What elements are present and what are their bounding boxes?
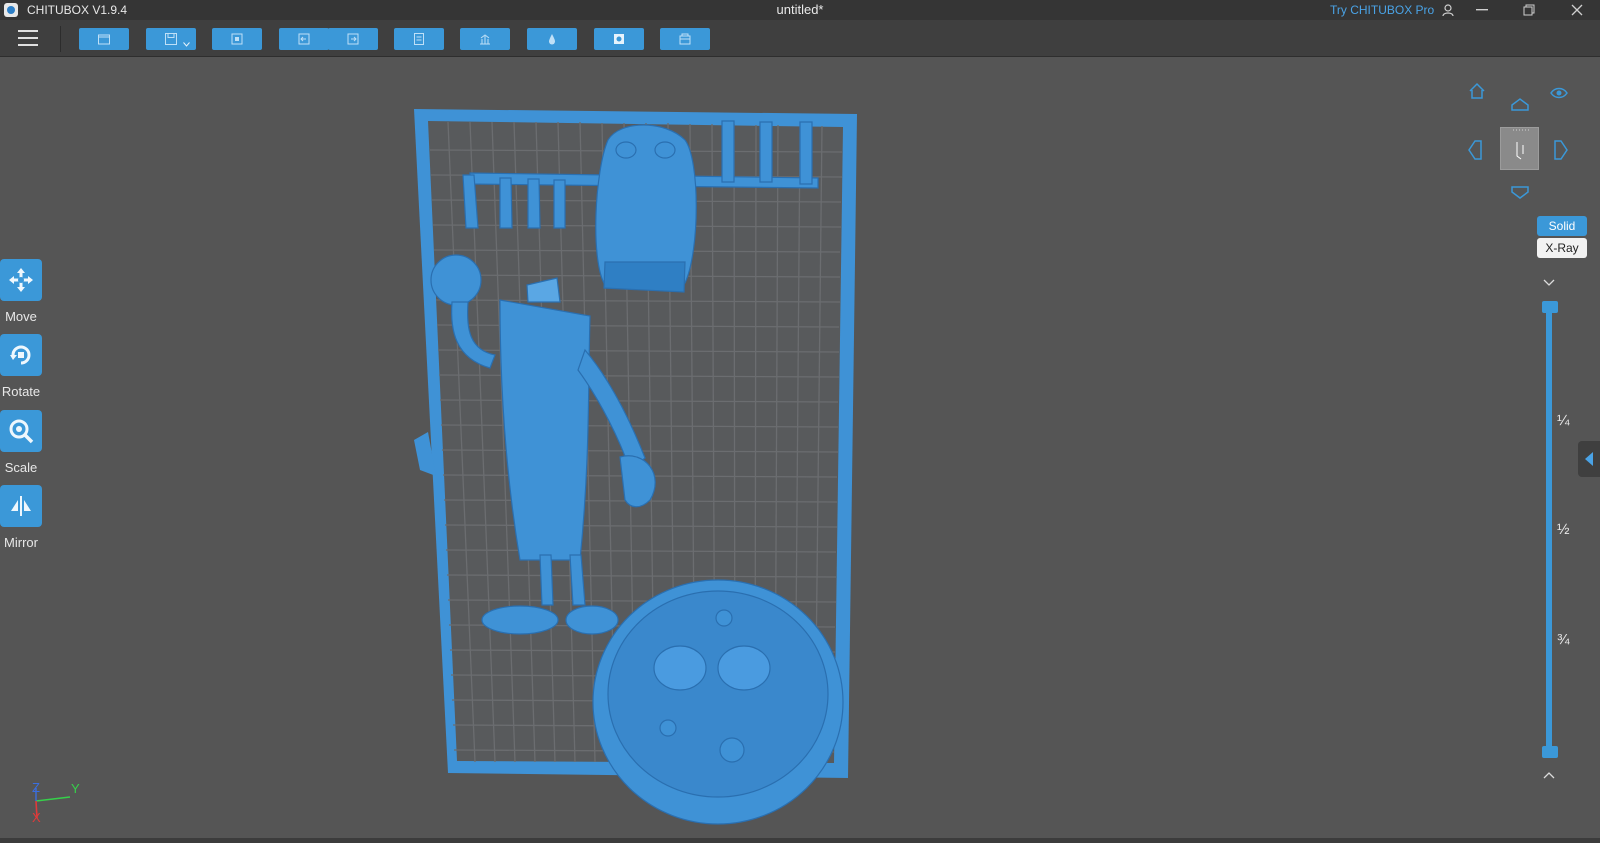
- right-view-icon[interactable]: [1554, 140, 1568, 160]
- fraction-three-quarter-label: ¾: [1557, 631, 1570, 648]
- undo-icon: [298, 33, 310, 45]
- solid-mode-button[interactable]: Solid: [1537, 216, 1587, 236]
- mirror-label: Mirror: [4, 535, 38, 550]
- dig-hole-button[interactable]: [594, 28, 644, 50]
- chitubox-logo-icon: [4, 3, 18, 17]
- xray-mode-button[interactable]: X-Ray: [1537, 238, 1587, 258]
- chevron-up-icon[interactable]: [1543, 771, 1555, 779]
- drop-icon: [549, 34, 555, 45]
- front-view-cube[interactable]: [1500, 127, 1539, 170]
- undo-button[interactable]: [279, 28, 329, 50]
- hole-icon: [614, 34, 624, 44]
- home-view-icon[interactable]: [1468, 82, 1486, 100]
- save-icon: [165, 33, 177, 45]
- supports-icon: [480, 34, 490, 45]
- chevron-down-icon: [183, 42, 190, 47]
- mirror-icon: [0, 485, 42, 527]
- right-panel-toggle[interactable]: [1578, 441, 1600, 477]
- status-bar: [0, 838, 1600, 843]
- restore-icon[interactable]: [1514, 0, 1544, 20]
- scale-tool[interactable]: Scale: [0, 410, 42, 475]
- top-view-icon[interactable]: [1510, 98, 1530, 112]
- mirror-tool[interactable]: Mirror: [0, 485, 42, 550]
- user-account-icon[interactable]: [1433, 0, 1463, 20]
- toolbar-divider: [60, 26, 61, 52]
- auto-layout-button[interactable]: [212, 28, 262, 50]
- print-settings-button[interactable]: [394, 28, 444, 50]
- app-name: CHITUBOX V1.9.4: [27, 3, 128, 17]
- minimize-icon[interactable]: [1467, 0, 1497, 20]
- rotate-label: Rotate: [1, 384, 41, 399]
- layout-icon: [231, 33, 243, 45]
- move-tool[interactable]: Move: [0, 259, 42, 324]
- layer-slider-top-handle[interactable]: [1542, 301, 1558, 313]
- chevron-down-icon[interactable]: [1543, 279, 1555, 287]
- viewport-3d[interactable]: [0, 58, 1600, 838]
- redo-icon: [347, 33, 359, 45]
- left-view-icon[interactable]: [1468, 140, 1482, 160]
- layer-slider-bottom-handle[interactable]: [1542, 746, 1558, 758]
- save-button[interactable]: [146, 28, 196, 50]
- chevron-left-icon: [1585, 452, 1593, 466]
- fraction-half-label: ½: [1557, 521, 1570, 538]
- rotate-icon: [0, 334, 42, 376]
- close-icon[interactable]: [1562, 0, 1592, 20]
- layer-slider-track[interactable]: [1546, 305, 1552, 751]
- bottom-view-icon[interactable]: [1510, 185, 1530, 199]
- scale-label: Scale: [4, 460, 38, 475]
- supports-button[interactable]: [460, 28, 510, 50]
- try-pro-link[interactable]: Try CHITUBOX Pro: [1330, 3, 1434, 17]
- settings-sheet-icon: [414, 33, 424, 45]
- main-toolbar: [0, 20, 1600, 57]
- hollow-button[interactable]: [527, 28, 577, 50]
- axis-y-label: Y: [71, 781, 80, 796]
- move-icon: [0, 259, 42, 301]
- slice-icon: [679, 33, 691, 45]
- open-file-button[interactable]: [79, 28, 129, 50]
- fraction-quarter-label: ¼: [1557, 412, 1570, 429]
- axis-gizmo: Y Z X: [32, 780, 80, 824]
- axis-x-label: X: [32, 810, 41, 824]
- slice-button[interactable]: [660, 28, 710, 50]
- move-label: Move: [5, 309, 37, 324]
- scale-icon: [0, 410, 42, 452]
- folder-icon: [98, 34, 110, 45]
- redo-button[interactable]: [328, 28, 378, 50]
- title-bar: CHITUBOX V1.9.4 untitled* Try CHITUBOX P…: [0, 0, 1600, 20]
- eye-icon[interactable]: [1550, 86, 1568, 100]
- axis-z-label: Z: [32, 780, 40, 795]
- rotate-tool[interactable]: Rotate: [0, 334, 42, 399]
- menu-icon[interactable]: [18, 30, 38, 46]
